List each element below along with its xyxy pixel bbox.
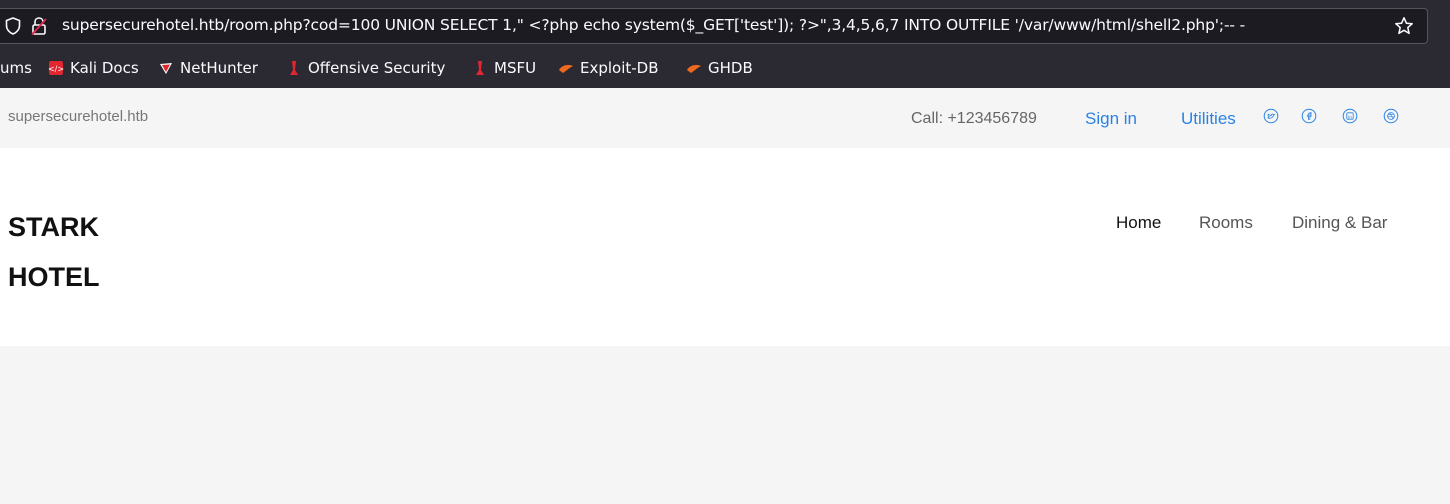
- bookmark-label: GHDB: [708, 59, 753, 77]
- bookmark-ghdb[interactable]: GHDB: [686, 59, 753, 77]
- brand-line-1: STARK: [8, 212, 99, 242]
- page-content-area: [0, 346, 1450, 504]
- bookmarks-toolbar: ums </> Kali Docs NetHunter Offensive Se…: [0, 52, 1450, 88]
- url-text[interactable]: supersecurehotel.htb/room.php?cod=100 UN…: [62, 16, 1245, 34]
- site-header: STARK HOTEL Home Rooms Dining & Bar: [0, 148, 1450, 346]
- kali-docs-icon: </>: [48, 61, 64, 75]
- bookmark-exploit-db[interactable]: Exploit-DB: [558, 59, 659, 77]
- browser-toolbar: supersecurehotel.htb/room.php?cod=100 UN…: [0, 0, 1450, 52]
- ghdb-icon: [687, 65, 701, 73]
- svg-text:</>: </>: [48, 65, 64, 74]
- nethunter-icon: [160, 63, 172, 74]
- brand-line-2: HOTEL: [8, 262, 100, 292]
- address-bar[interactable]: supersecurehotel.htb/room.php?cod=100 UN…: [0, 8, 1428, 44]
- exploit-db-icon: [559, 65, 573, 73]
- offsec-icon: [290, 61, 298, 75]
- nav-rooms[interactable]: Rooms: [1199, 213, 1253, 233]
- site-domain: supersecurehotel.htb: [8, 108, 149, 125]
- site-topbar: supersecurehotel.htb Call: +123456789 Si…: [0, 88, 1450, 148]
- nav-dining-bar[interactable]: Dining & Bar: [1292, 213, 1387, 233]
- bookmark-label: NetHunter: [180, 59, 258, 77]
- bookmark-star-icon[interactable]: [1394, 16, 1414, 36]
- bookmark-label: Offensive Security: [308, 59, 446, 77]
- site-logo-text[interactable]: STARK HOTEL: [8, 202, 100, 302]
- bookmark-forums[interactable]: ums: [0, 59, 32, 77]
- call-number: Call: +123456789: [911, 110, 1037, 127]
- insecure-lock-icon[interactable]: [30, 16, 48, 36]
- linkedin-icon[interactable]: in: [1342, 108, 1358, 124]
- bookmark-label: Kali Docs: [70, 59, 139, 77]
- bookmark-label: ums: [0, 59, 32, 77]
- svg-text:in: in: [1348, 114, 1352, 119]
- twitter-icon[interactable]: [1263, 108, 1279, 124]
- bookmark-nethunter[interactable]: NetHunter: [158, 59, 258, 77]
- bookmark-offensive-security[interactable]: Offensive Security: [286, 59, 445, 77]
- dribbble-icon[interactable]: [1383, 108, 1399, 124]
- bookmark-label: Exploit-DB: [580, 59, 659, 77]
- bookmark-label: MSFU: [494, 59, 537, 77]
- facebook-icon[interactable]: [1301, 108, 1317, 124]
- sign-in-link[interactable]: Sign in: [1085, 109, 1137, 129]
- nav-home[interactable]: Home: [1116, 213, 1161, 233]
- msfu-icon: [476, 61, 484, 75]
- utilities-link[interactable]: Utilities: [1181, 109, 1236, 129]
- bookmark-msfu[interactable]: MSFU: [472, 59, 536, 77]
- bookmark-kali-docs[interactable]: </> Kali Docs: [48, 59, 139, 77]
- tracking-protection-shield-icon[interactable]: [5, 17, 21, 35]
